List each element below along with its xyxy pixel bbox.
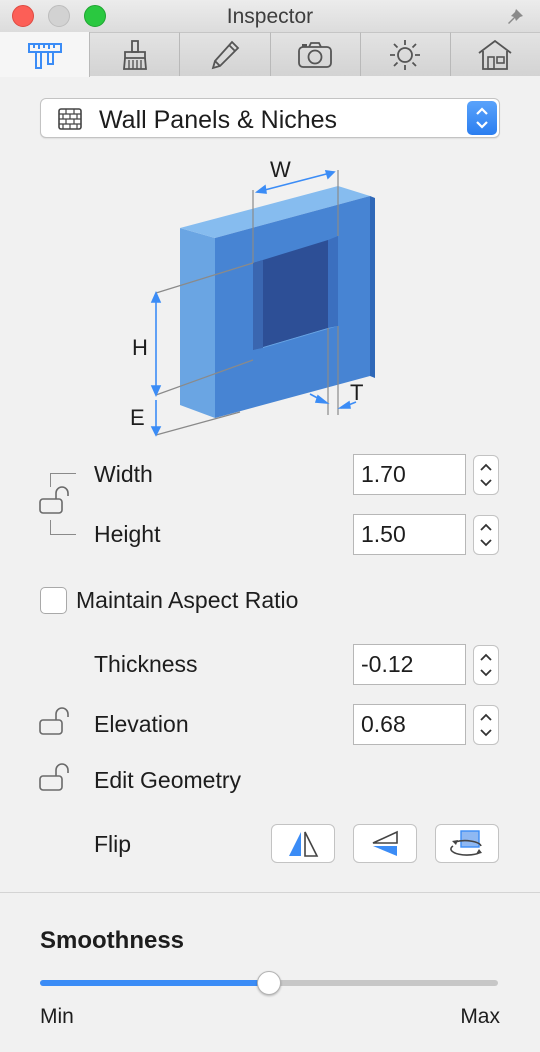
flip-horizontal-button[interactable] [271, 824, 335, 863]
pin-icon[interactable] [506, 5, 528, 27]
thickness-stepper[interactable] [473, 645, 499, 685]
dropdown-arrows[interactable] [467, 101, 497, 135]
elevation-stepper[interactable] [473, 705, 499, 745]
tab-building[interactable] [450, 32, 540, 76]
width-field[interactable] [353, 454, 466, 495]
camera-icon [298, 41, 332, 68]
tab-edit[interactable] [180, 32, 271, 76]
caliper-ruler-icon [27, 42, 62, 69]
tab-lighting[interactable] [360, 32, 451, 76]
rotate-button[interactable] [435, 824, 499, 863]
width-label: Width [94, 461, 153, 487]
chevron-up-down-icon [476, 107, 488, 129]
flip-vertical-button[interactable] [353, 824, 417, 863]
title-bar: Inspector [0, 0, 540, 32]
stepper-arrows-icon [480, 653, 492, 677]
edit-geometry-lock-icon[interactable] [38, 762, 72, 794]
thickness-label: Thickness [94, 651, 198, 677]
stepper-arrows-icon [480, 523, 492, 547]
width-height-lock-icon[interactable] [38, 485, 72, 517]
elevation-field[interactable] [353, 704, 466, 745]
height-label: Height [94, 521, 161, 547]
maintain-aspect-ratio-checkbox[interactable] [40, 587, 67, 614]
maintain-aspect-ratio-label[interactable]: Maintain Aspect Ratio [76, 587, 298, 614]
diagram-w-label: W [270, 157, 291, 182]
smoothness-slider[interactable] [40, 971, 498, 995]
width-stepper[interactable] [473, 455, 499, 495]
window-title: Inspector [226, 5, 314, 28]
house-icon [478, 39, 512, 70]
paint-brush-icon [122, 39, 147, 70]
diagram-e-label: E [130, 405, 145, 430]
flip-vertical-icon [372, 830, 398, 856]
flip-label: Flip [94, 831, 132, 857]
object-type-label: Wall Panels & Niches [99, 106, 338, 134]
smoothness-slider-knob[interactable] [257, 971, 281, 995]
stepper-arrows-icon [480, 713, 492, 737]
diagram-t-label: T [350, 380, 363, 405]
section-divider [0, 892, 540, 893]
height-stepper[interactable] [473, 515, 499, 555]
tab-materials[interactable] [90, 32, 181, 76]
slider-min-label: Min [40, 1005, 74, 1028]
tab-dimensions[interactable] [0, 32, 91, 77]
smoothness-title: Smoothness [40, 927, 185, 954]
brick-wall-icon [58, 108, 82, 130]
sun-icon [390, 39, 421, 70]
tab-camera[interactable] [270, 32, 361, 76]
inspector-tabs [0, 32, 540, 77]
edit-geometry-label[interactable]: Edit Geometry [94, 767, 241, 794]
wall-panel-diagram: W H E T [130, 157, 375, 437]
diagram-h-label: H [132, 335, 148, 360]
smoothness-slider-fill [40, 980, 269, 986]
stepper-arrows-icon [480, 463, 492, 487]
elevation-label: Elevation [94, 711, 189, 737]
elevation-lock-icon[interactable] [38, 706, 72, 738]
height-field[interactable] [353, 514, 466, 555]
slider-max-label: Max [460, 1005, 500, 1028]
flip-horizontal-icon [289, 831, 319, 857]
pencil-icon [211, 40, 240, 69]
object-type-dropdown[interactable]: Wall Panels & Niches [40, 98, 500, 138]
thickness-field[interactable] [353, 644, 466, 685]
width-height-link-bracket-bottom [50, 520, 76, 535]
rotate-icon [450, 829, 482, 856]
